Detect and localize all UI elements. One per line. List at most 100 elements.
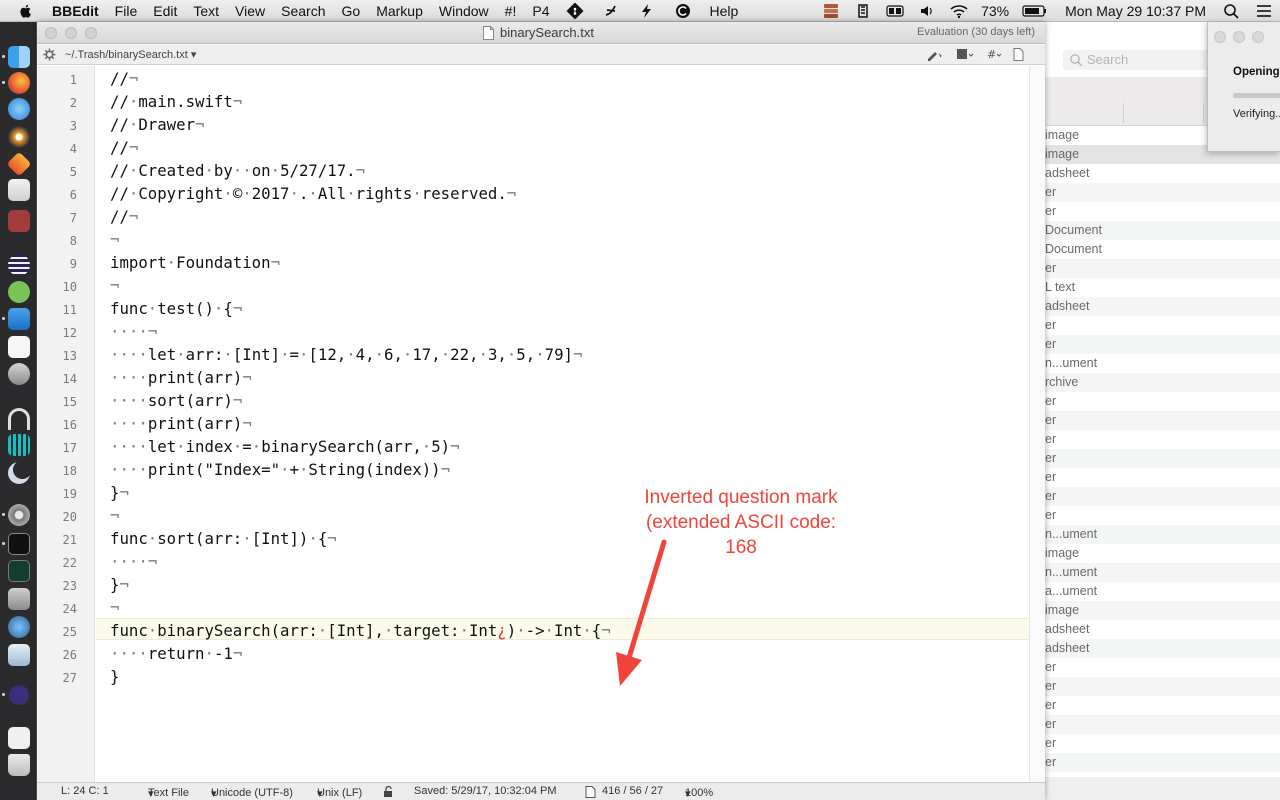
pen-tool-icon[interactable] bbox=[926, 48, 944, 61]
sketch-icon[interactable] bbox=[6, 151, 32, 177]
list-item[interactable]: er bbox=[1045, 715, 1280, 734]
code-line[interactable]: //¬ bbox=[110, 69, 138, 88]
apple-menu-icon[interactable] bbox=[18, 3, 34, 19]
list-item[interactable]: er bbox=[1045, 316, 1280, 335]
list-item[interactable]: er bbox=[1045, 506, 1280, 525]
preview-icon[interactable] bbox=[8, 644, 30, 666]
document-stats-icon[interactable] bbox=[585, 786, 596, 798]
window-close-button[interactable] bbox=[45, 27, 57, 39]
menu-edit[interactable]: Edit bbox=[145, 0, 185, 22]
dialog-minimize-button[interactable] bbox=[1233, 31, 1245, 43]
code-line[interactable]: //·Created·by··on·5/27/17.¬ bbox=[110, 161, 365, 180]
bbedit-icon[interactable] bbox=[9, 685, 29, 705]
text-editor[interactable]: //¬ //·main.swift¬ //·Drawer¬ //¬ //·Created… bbox=[96, 66, 1029, 782]
network-utility-icon[interactable] bbox=[8, 616, 30, 638]
list-item[interactable]: er bbox=[1045, 335, 1280, 354]
menu-markup[interactable]: Markup bbox=[368, 0, 431, 22]
list-item[interactable]: adsheet bbox=[1045, 297, 1280, 316]
code-line[interactable]: ····¬ bbox=[110, 552, 157, 571]
code-line[interactable]: func·test()·{¬ bbox=[110, 299, 242, 318]
list-item[interactable]: n...ument bbox=[1045, 354, 1280, 373]
window-titlebar[interactable]: binarySearch.txt Evaluation (30 days lef… bbox=[37, 22, 1045, 44]
list-item[interactable]: er bbox=[1045, 696, 1280, 715]
wifi-icon[interactable] bbox=[950, 3, 968, 19]
code-line[interactable]: } bbox=[110, 667, 119, 686]
code-line[interactable]: ¬ bbox=[110, 276, 119, 295]
list-item[interactable]: er bbox=[1045, 183, 1280, 202]
clippings-menu-icon[interactable] bbox=[674, 3, 692, 19]
code-line[interactable]: ····sort(arr)¬ bbox=[110, 391, 242, 410]
code-line[interactable]: ····print(arr)¬ bbox=[110, 414, 252, 433]
menu-go[interactable]: Go bbox=[334, 0, 369, 22]
speaker-app-icon[interactable] bbox=[8, 126, 30, 148]
moon-app-icon[interactable] bbox=[8, 462, 30, 484]
firefox-icon[interactable] bbox=[8, 72, 30, 94]
xcode-icon[interactable] bbox=[8, 308, 30, 330]
code-line[interactable]: ····print("Index="·+·String(index))¬ bbox=[110, 460, 450, 479]
code-line[interactable]: ¬ bbox=[110, 506, 119, 525]
code-line[interactable]: func·sort(arr:·[Int])·{¬ bbox=[110, 529, 337, 548]
menu-search[interactable]: Search bbox=[273, 0, 333, 22]
code-line[interactable]: func·binarySearch(arr:·[Int],·target:·In… bbox=[110, 621, 611, 640]
list-item[interactable]: image bbox=[1045, 601, 1280, 620]
dialog-zoom-button[interactable] bbox=[1252, 31, 1264, 43]
code-line[interactable]: ····let·arr:·[Int]·=·[12,·4,·6,·17,·22,·… bbox=[110, 345, 582, 364]
lightning-menu-icon[interactable] bbox=[638, 3, 656, 19]
vertical-scrollbar[interactable] bbox=[1029, 66, 1045, 782]
terminal-icon[interactable] bbox=[8, 533, 30, 555]
system-preferences-icon[interactable] bbox=[8, 504, 30, 526]
itunes-icon[interactable] bbox=[8, 98, 30, 120]
menu-app-name[interactable]: BBEdit bbox=[48, 0, 107, 22]
stack-app-icon[interactable] bbox=[8, 179, 30, 201]
list-item[interactable]: Document bbox=[1045, 240, 1280, 259]
battery-menu-icon[interactable] bbox=[886, 3, 904, 19]
code-line[interactable]: import·Foundation¬ bbox=[110, 253, 280, 272]
menu-window[interactable]: Window bbox=[431, 0, 497, 22]
dictionary-icon[interactable] bbox=[8, 210, 30, 232]
code-line[interactable]: //·Drawer¬ bbox=[110, 115, 204, 134]
code-line[interactable]: //·Copyright·©·2017·.·All·rights·reserve… bbox=[110, 184, 516, 203]
function-menu-icon[interactable]: # bbox=[986, 48, 1004, 61]
script-menu-icon[interactable] bbox=[602, 3, 620, 19]
notification-center-icon[interactable] bbox=[1255, 3, 1273, 19]
menu-view[interactable]: View bbox=[227, 0, 273, 22]
textedit-icon[interactable] bbox=[8, 336, 30, 358]
equalizer-icon[interactable] bbox=[8, 434, 30, 456]
list-item[interactable]: n...ument bbox=[1045, 563, 1280, 582]
dialog-close-button[interactable] bbox=[1214, 31, 1226, 43]
gear-icon[interactable] bbox=[43, 48, 56, 61]
window-zoom-button[interactable] bbox=[85, 27, 97, 39]
list-item[interactable]: er bbox=[1045, 430, 1280, 449]
code-line[interactable]: ····print(arr)¬ bbox=[110, 368, 252, 387]
list-item[interactable]: L text bbox=[1045, 278, 1280, 297]
document-list-icon[interactable] bbox=[956, 48, 974, 61]
page-icon[interactable] bbox=[1011, 48, 1029, 61]
code-line[interactable]: ····return·-1¬ bbox=[110, 644, 242, 663]
automator-icon[interactable] bbox=[8, 363, 30, 385]
volume-icon[interactable] bbox=[918, 3, 936, 19]
code-line[interactable]: //¬ bbox=[110, 207, 138, 226]
code-line[interactable]: ¬ bbox=[110, 598, 119, 617]
list-item[interactable]: er bbox=[1045, 487, 1280, 506]
code-line[interactable]: }¬ bbox=[110, 575, 129, 594]
document-stack-icon[interactable] bbox=[8, 727, 30, 749]
list-item[interactable]: er bbox=[1045, 677, 1280, 696]
list-item[interactable]: Document bbox=[1045, 221, 1280, 240]
code-line[interactable]: ····let·index·=·binarySearch(arr,·5)¬ bbox=[110, 437, 460, 456]
list-item[interactable]: adsheet bbox=[1045, 639, 1280, 658]
code-line[interactable]: ¬ bbox=[110, 230, 119, 249]
brain-icon[interactable] bbox=[854, 3, 872, 19]
list-item[interactable]: er bbox=[1045, 468, 1280, 487]
stack-icon[interactable] bbox=[822, 3, 840, 19]
list-item[interactable]: er bbox=[1045, 449, 1280, 468]
list-item[interactable]: image bbox=[1045, 544, 1280, 563]
activity-monitor-icon[interactable] bbox=[8, 560, 30, 582]
unlock-icon[interactable] bbox=[383, 786, 394, 798]
code-line[interactable]: //·main.swift¬ bbox=[110, 92, 242, 111]
menu-p4[interactable]: P4 bbox=[524, 0, 557, 22]
list-item[interactable]: er bbox=[1045, 259, 1280, 278]
battery-icon[interactable] bbox=[1022, 3, 1048, 19]
menu-text[interactable]: Text bbox=[185, 0, 227, 22]
document-icon[interactable] bbox=[483, 26, 494, 40]
list-item[interactable]: n...ument bbox=[1045, 525, 1280, 544]
